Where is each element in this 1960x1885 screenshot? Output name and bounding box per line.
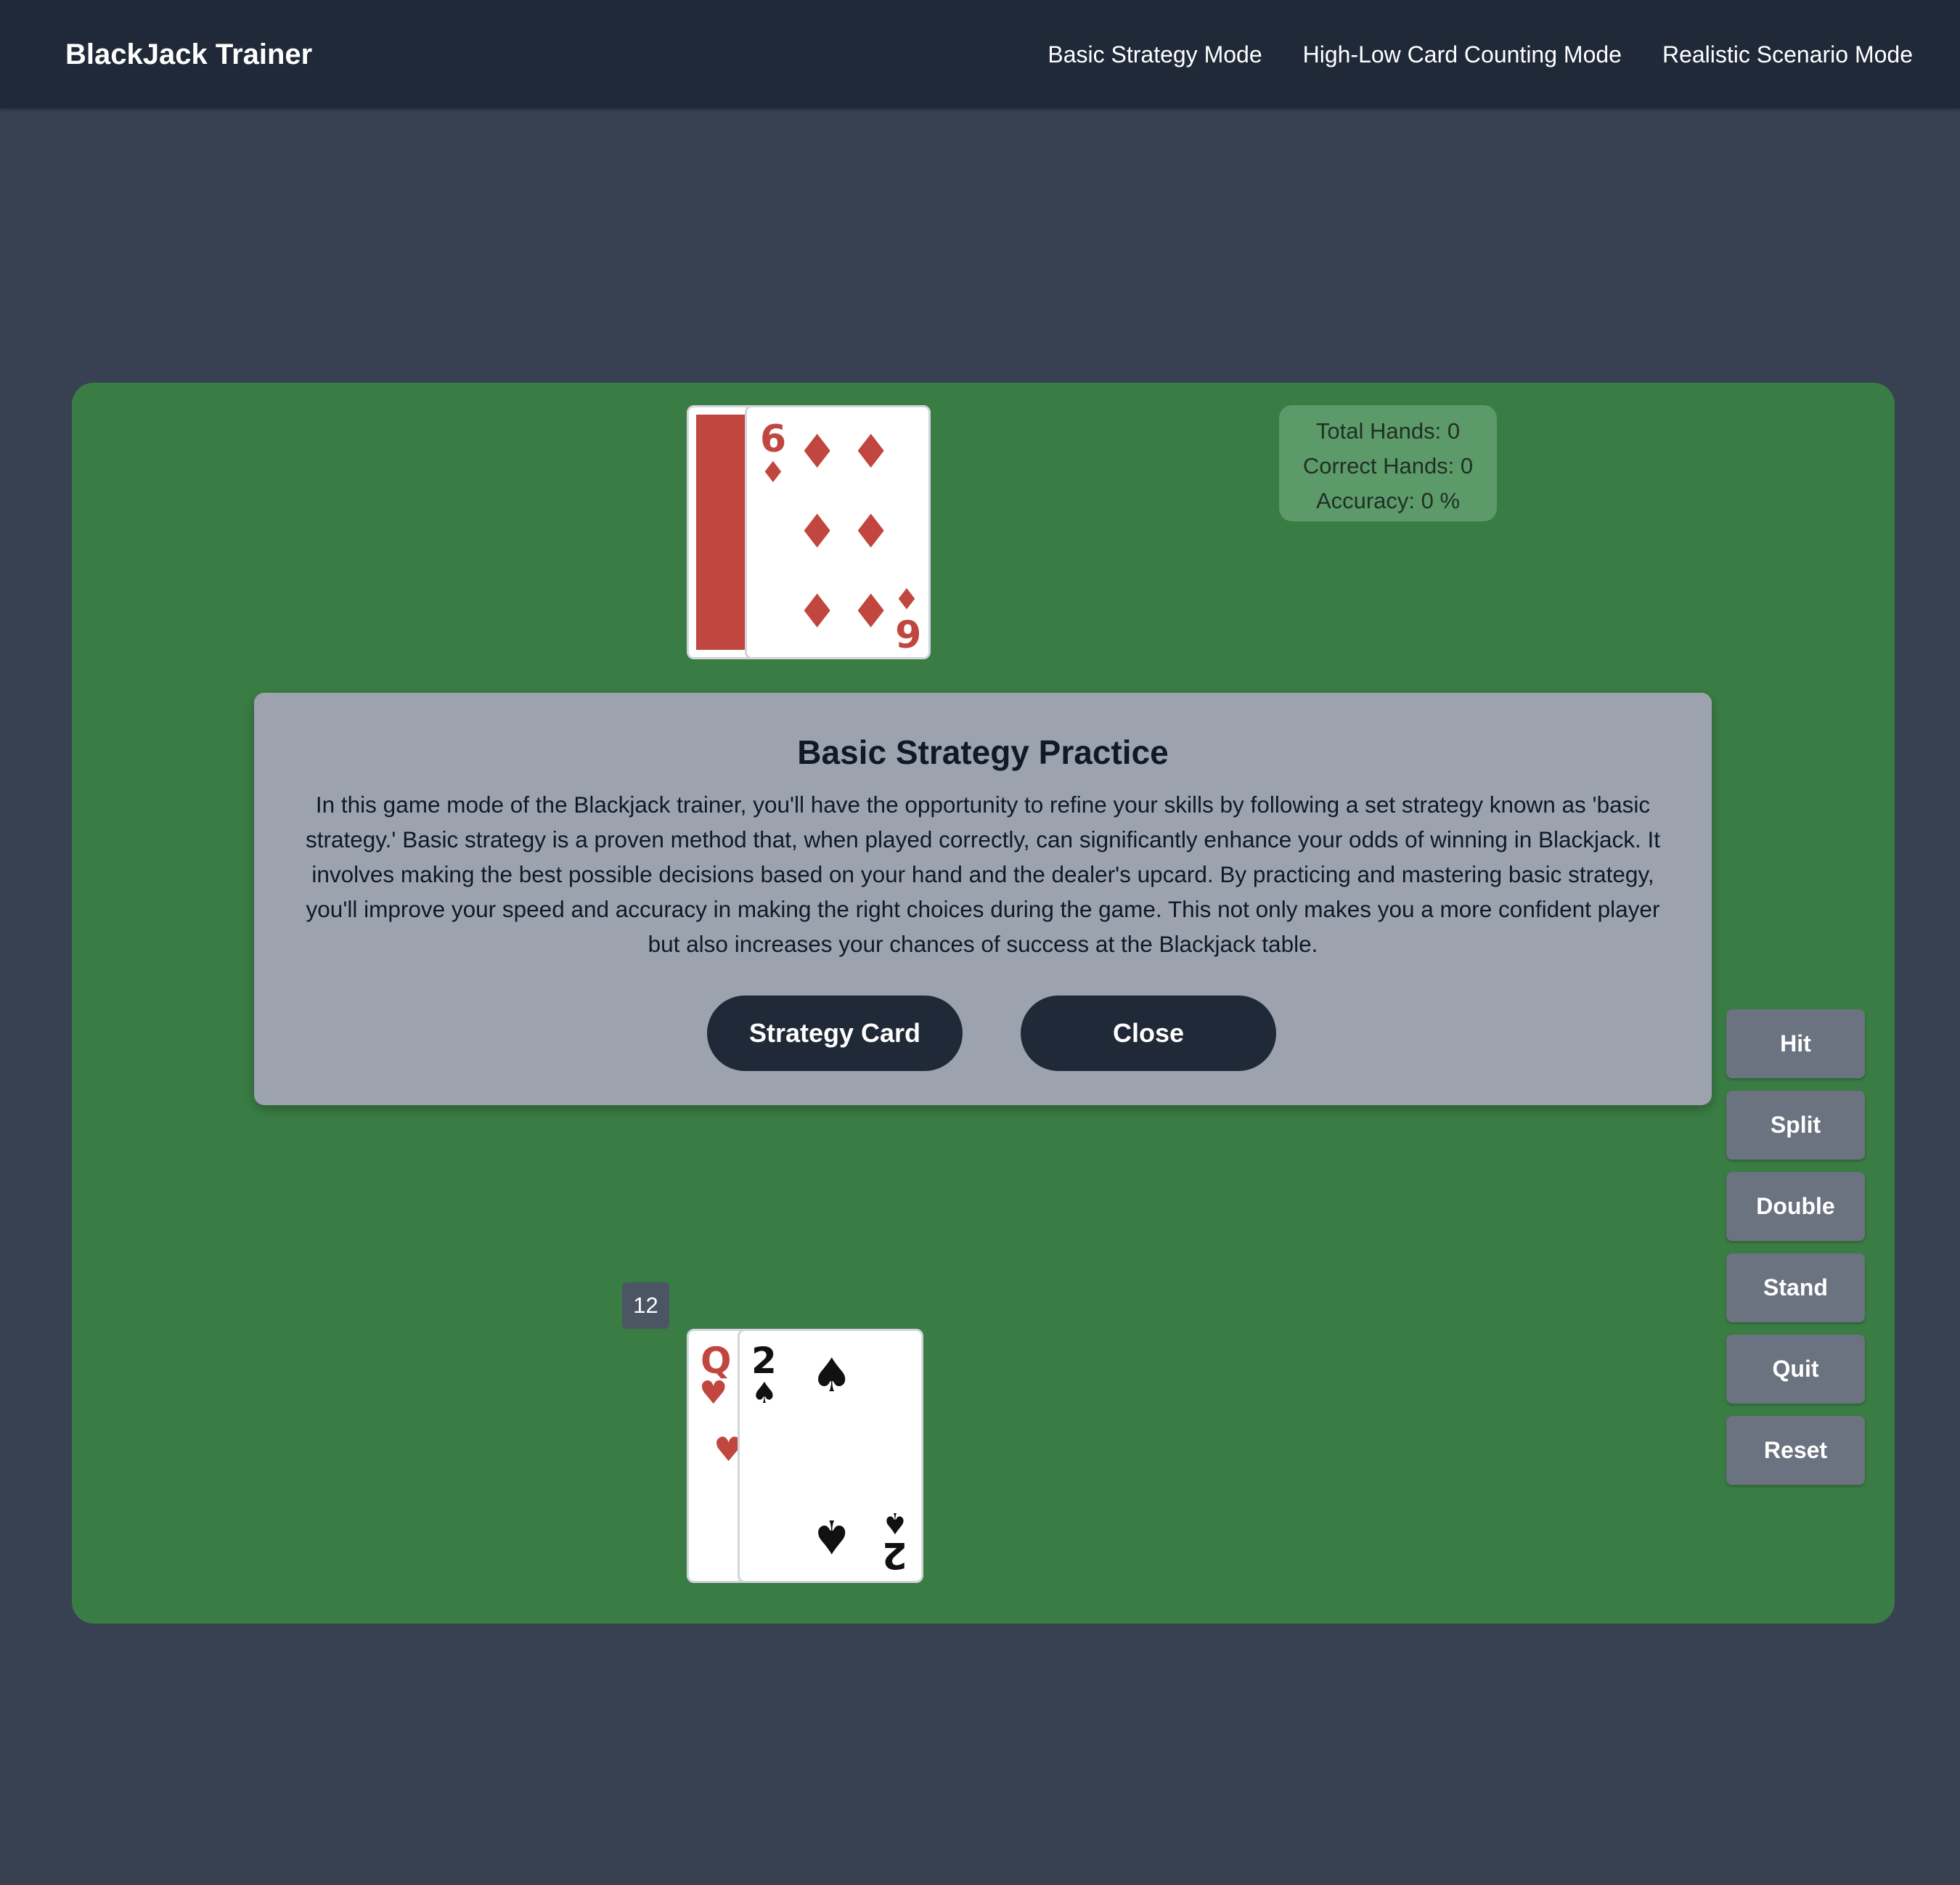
dealer-card-six-of-diamonds: 6 ♦ ♦ ♦ ♦ ♦ ♦ ♦ ♦ 6 bbox=[745, 405, 931, 659]
stand-button[interactable]: Stand bbox=[1726, 1253, 1865, 1322]
hit-button[interactable]: Hit bbox=[1726, 1009, 1865, 1078]
strategy-card-button[interactable]: Strategy Card bbox=[707, 996, 963, 1071]
diamond-pip-icon: ♦ bbox=[796, 505, 838, 559]
top-navbar: BlackJack Trainer Basic Strategy Mode Hi… bbox=[0, 0, 1960, 108]
spade-pip-icon: ♠ bbox=[811, 1509, 853, 1563]
diamond-suit-icon: ♦ bbox=[760, 456, 786, 489]
diamond-pip-icon: ♦ bbox=[850, 426, 892, 479]
quit-button[interactable]: Quit bbox=[1726, 1335, 1865, 1404]
diamond-pip-icon: ♦ bbox=[850, 505, 892, 559]
total-hands-stat: Total Hands: 0 bbox=[1315, 418, 1461, 444]
nav-link-basic-strategy[interactable]: Basic Strategy Mode bbox=[1048, 36, 1262, 73]
player-score-badge: 12 bbox=[622, 1282, 669, 1329]
spade-pip-icon: ♠ bbox=[811, 1349, 853, 1403]
nav-link-realistic-scenario[interactable]: Realistic Scenario Mode bbox=[1662, 36, 1913, 73]
card-rank-bottom: 2 bbox=[882, 1534, 907, 1576]
diamond-pip-icon: ♦ bbox=[796, 585, 838, 639]
card-rank-top: 6 bbox=[760, 418, 787, 461]
split-button[interactable]: Split bbox=[1726, 1091, 1865, 1160]
diamond-pip-icon: ♦ bbox=[796, 426, 838, 479]
correct-hands-stat: Correct Hands: 0 bbox=[1302, 453, 1474, 479]
modal-description: In this game mode of the Blackjack train… bbox=[305, 791, 1661, 957]
heart-suit-icon: ♥ bbox=[699, 1375, 728, 1412]
diamond-suit-icon: ♦ bbox=[894, 581, 920, 614]
double-button[interactable]: Double bbox=[1726, 1172, 1865, 1241]
nav-link-high-low[interactable]: High-Low Card Counting Mode bbox=[1303, 36, 1622, 73]
accuracy-stat: Accuracy: 0 % bbox=[1315, 488, 1461, 513]
diamond-pip-icon: ♦ bbox=[850, 585, 892, 639]
spade-suit-icon: ♠ bbox=[751, 1377, 777, 1410]
nav-links: Basic Strategy Mode High-Low Card Counti… bbox=[1048, 36, 1913, 73]
player-card-two-of-spades: 2 ♠ ♠ ♠ ♠ 2 bbox=[738, 1329, 923, 1583]
stats-panel: Total Hands: 0 Correct Hands: 0 Accuracy… bbox=[1279, 405, 1497, 521]
modal-title: Basic Strategy Practice bbox=[797, 733, 1169, 771]
spade-suit-icon: ♠ bbox=[882, 1506, 908, 1539]
app-brand[interactable]: BlackJack Trainer bbox=[65, 36, 312, 73]
basic-strategy-modal: Basic Strategy Practice In this game mod… bbox=[254, 693, 1712, 1105]
reset-button[interactable]: Reset bbox=[1726, 1416, 1865, 1485]
card-rank-top: Q bbox=[701, 1340, 732, 1382]
card-rank-bottom: 6 bbox=[895, 611, 922, 654]
card-rank-top: 2 bbox=[751, 1340, 777, 1382]
close-button[interactable]: Close bbox=[1021, 996, 1276, 1071]
